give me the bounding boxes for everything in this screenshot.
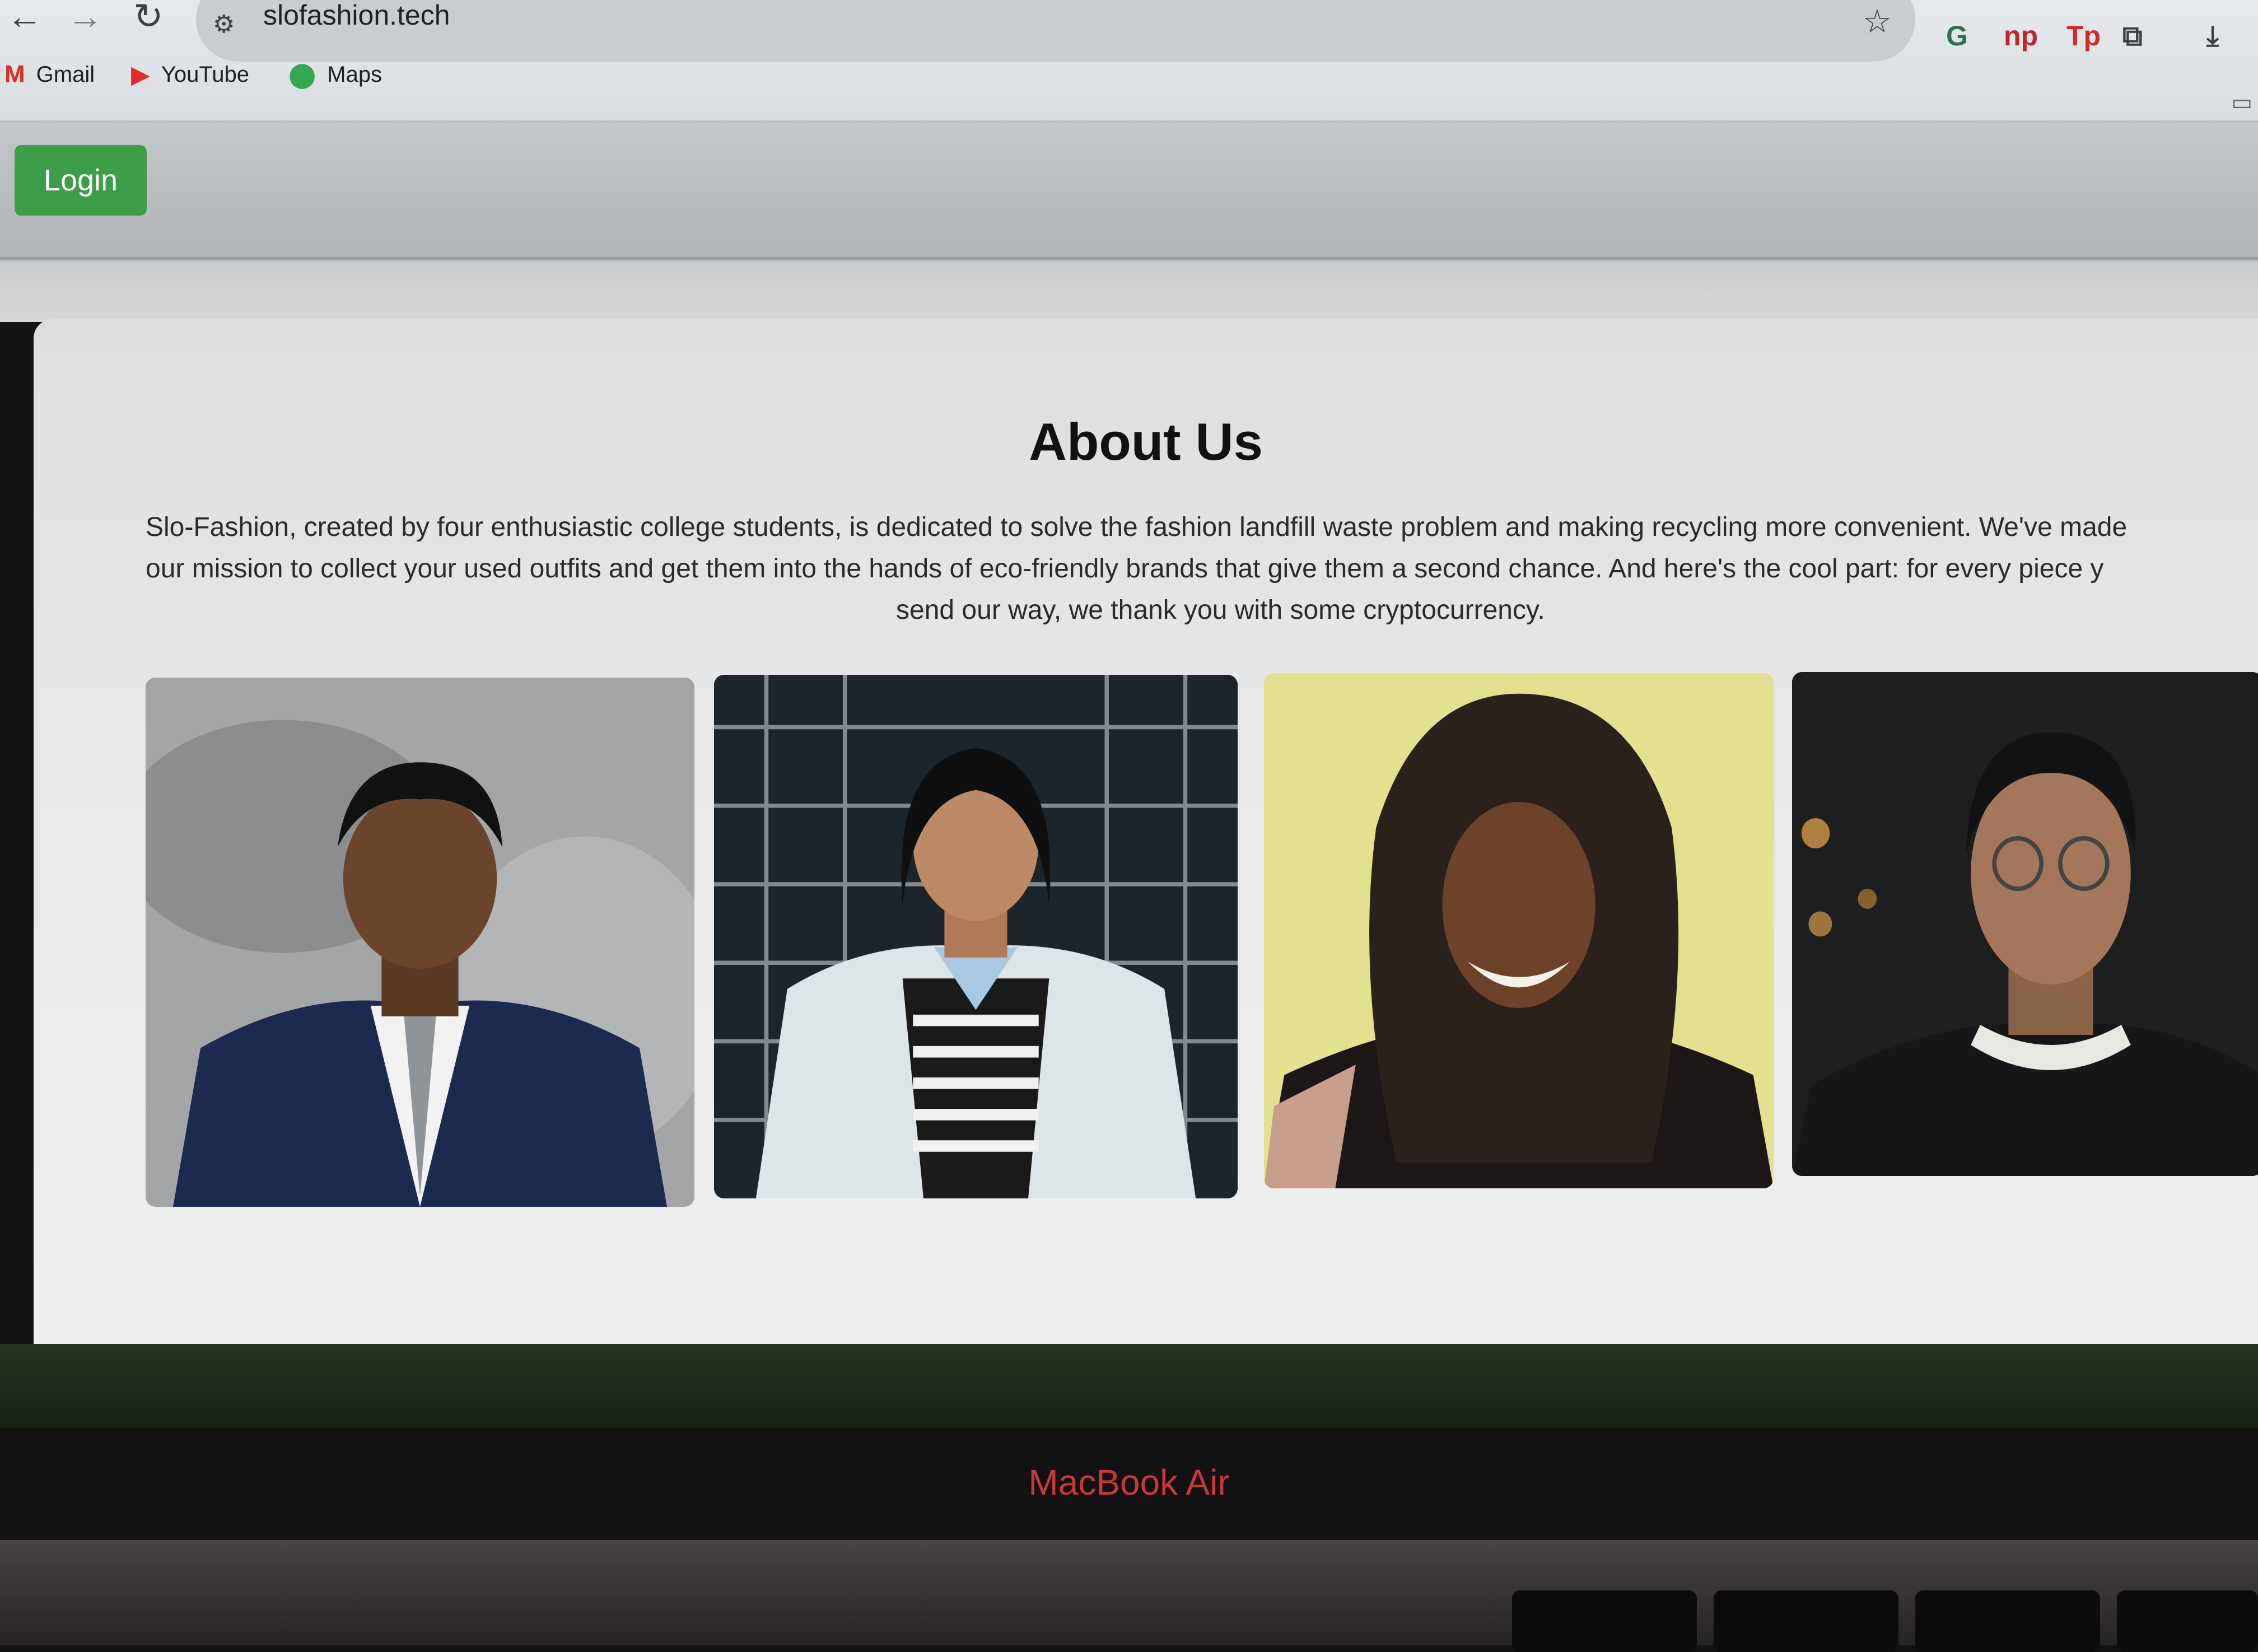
url-text[interactable]: slofashion.tech [263, 0, 450, 31]
address-bar[interactable]: ⚙ slofashion.tech ☆ [196, 0, 1915, 62]
folder-icon[interactable]: ▭ [2231, 90, 2252, 115]
keyboard-key [2117, 1590, 2258, 1652]
browser-chrome: ← → ↻ ⚙ slofashion.tech ☆ G np Tp ⧉ ⤓ M … [0, 0, 2258, 123]
tp-icon[interactable]: Tp [2066, 20, 2101, 52]
team-photo-4 [1792, 672, 2258, 1176]
laptop-bezel: MacBook Air [0, 1428, 2258, 1540]
bookmark-youtube[interactable]: ▶ YouTube [131, 60, 249, 89]
back-arrow-icon[interactable]: ← [7, 0, 43, 37]
forward-arrow-icon[interactable]: → [67, 0, 103, 37]
maps-icon: ⬤ [288, 61, 316, 88]
bookmark-label: Gmail [36, 62, 95, 87]
youtube-icon: ▶ [131, 61, 150, 88]
login-button[interactable]: Login [15, 145, 147, 216]
np-icon[interactable]: np [2004, 20, 2038, 52]
about-paragraph-line: send our way, we thank you with some cry… [896, 595, 1545, 625]
about-paragraph-line: our mission to collect your used outfits… [146, 554, 2104, 584]
gmail-icon: M [4, 60, 25, 88]
about-title: About Us [1029, 412, 1263, 471]
site-header: Login [0, 123, 2258, 260]
desktop-wallpaper [0, 1344, 2258, 1428]
grammarly-icon[interactable]: G [1946, 20, 1968, 52]
reload-icon[interactable]: ↻ [133, 0, 164, 38]
bookmark-label: Maps [327, 62, 382, 87]
site-settings-icon[interactable]: ⚙ [213, 10, 235, 39]
keyboard-key [1714, 1590, 1898, 1652]
team-photo-1 [146, 678, 694, 1207]
puzzle-icon[interactable]: ⧉ [2122, 20, 2143, 53]
bookmark-label: YouTube [161, 62, 250, 87]
bookmark-maps[interactable]: ⬤ Maps [288, 60, 382, 89]
about-section: About Us Slo-Fashion, created by four en… [34, 319, 2258, 1376]
about-paragraph-line: Slo-Fashion, created by four enthusiasti… [146, 512, 2128, 542]
keyboard-key [1915, 1590, 2100, 1652]
macbook-label: MacBook Air [1028, 1462, 1230, 1502]
bookmark-gmail[interactable]: M Gmail [4, 60, 95, 88]
team-photo-2 [714, 675, 1238, 1198]
download-icon[interactable]: ⤓ [2206, 20, 2219, 53]
team-photo-3 [1264, 673, 1774, 1188]
page-background [0, 260, 2258, 322]
bookmark-star-icon[interactable]: ☆ [1863, 2, 1892, 40]
keyboard-key [1512, 1590, 1697, 1652]
